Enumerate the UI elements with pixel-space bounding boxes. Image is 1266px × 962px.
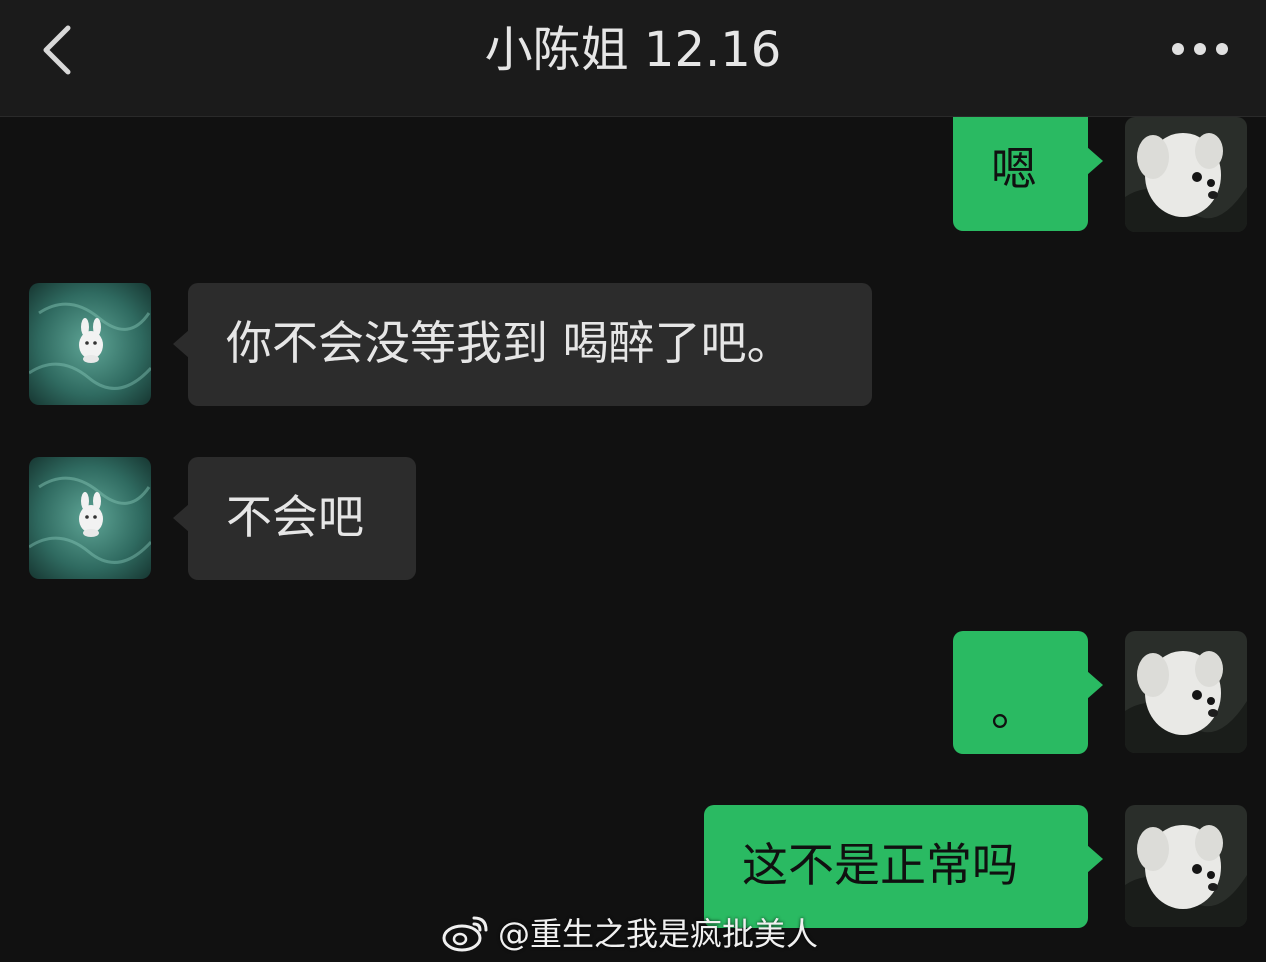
- my-avatar[interactable]: [1125, 805, 1247, 927]
- chat-header: 小陈姐 12.16: [0, 0, 1266, 117]
- message-text: 嗯: [991, 142, 1037, 196]
- message-bubble-incoming[interactable]: 你不会没等我到 喝醉了吧。: [173, 283, 872, 406]
- more-options-button[interactable]: [1160, 26, 1240, 72]
- weibo-watermark: @重生之我是疯批美人: [440, 904, 818, 960]
- message-text: 不会吧: [226, 490, 364, 544]
- my-avatar[interactable]: [1125, 117, 1247, 232]
- my-avatar[interactable]: [1125, 631, 1247, 753]
- ellipsis-icon: [1172, 43, 1228, 55]
- message-text: 这不是正常吗: [742, 838, 1018, 892]
- contact-avatar[interactable]: [29, 457, 151, 579]
- message-bubble-outgoing[interactable]: 嗯: [953, 117, 1103, 231]
- message-list[interactable]: 嗯 你不会没等我到 喝醉了吧。 不会吧 。 这不是正常吗: [0, 117, 1266, 962]
- contact-avatar[interactable]: [29, 283, 151, 405]
- weibo-icon: [442, 916, 488, 952]
- chat-title: 小陈姐 12.16: [484, 22, 782, 78]
- chat-screen: 小陈姐 12.16 嗯 你不会没等我到 喝醉了吧。 不会吧 。 这不是正常吗 @…: [0, 0, 1266, 962]
- message-text: 。: [991, 682, 1037, 736]
- message-text: 你不会没等我到 喝醉了吧。: [226, 316, 793, 370]
- watermark-text: @重生之我是疯批美人: [498, 915, 819, 953]
- message-bubble-incoming[interactable]: 不会吧: [173, 457, 416, 580]
- message-bubble-outgoing[interactable]: 。: [953, 631, 1103, 754]
